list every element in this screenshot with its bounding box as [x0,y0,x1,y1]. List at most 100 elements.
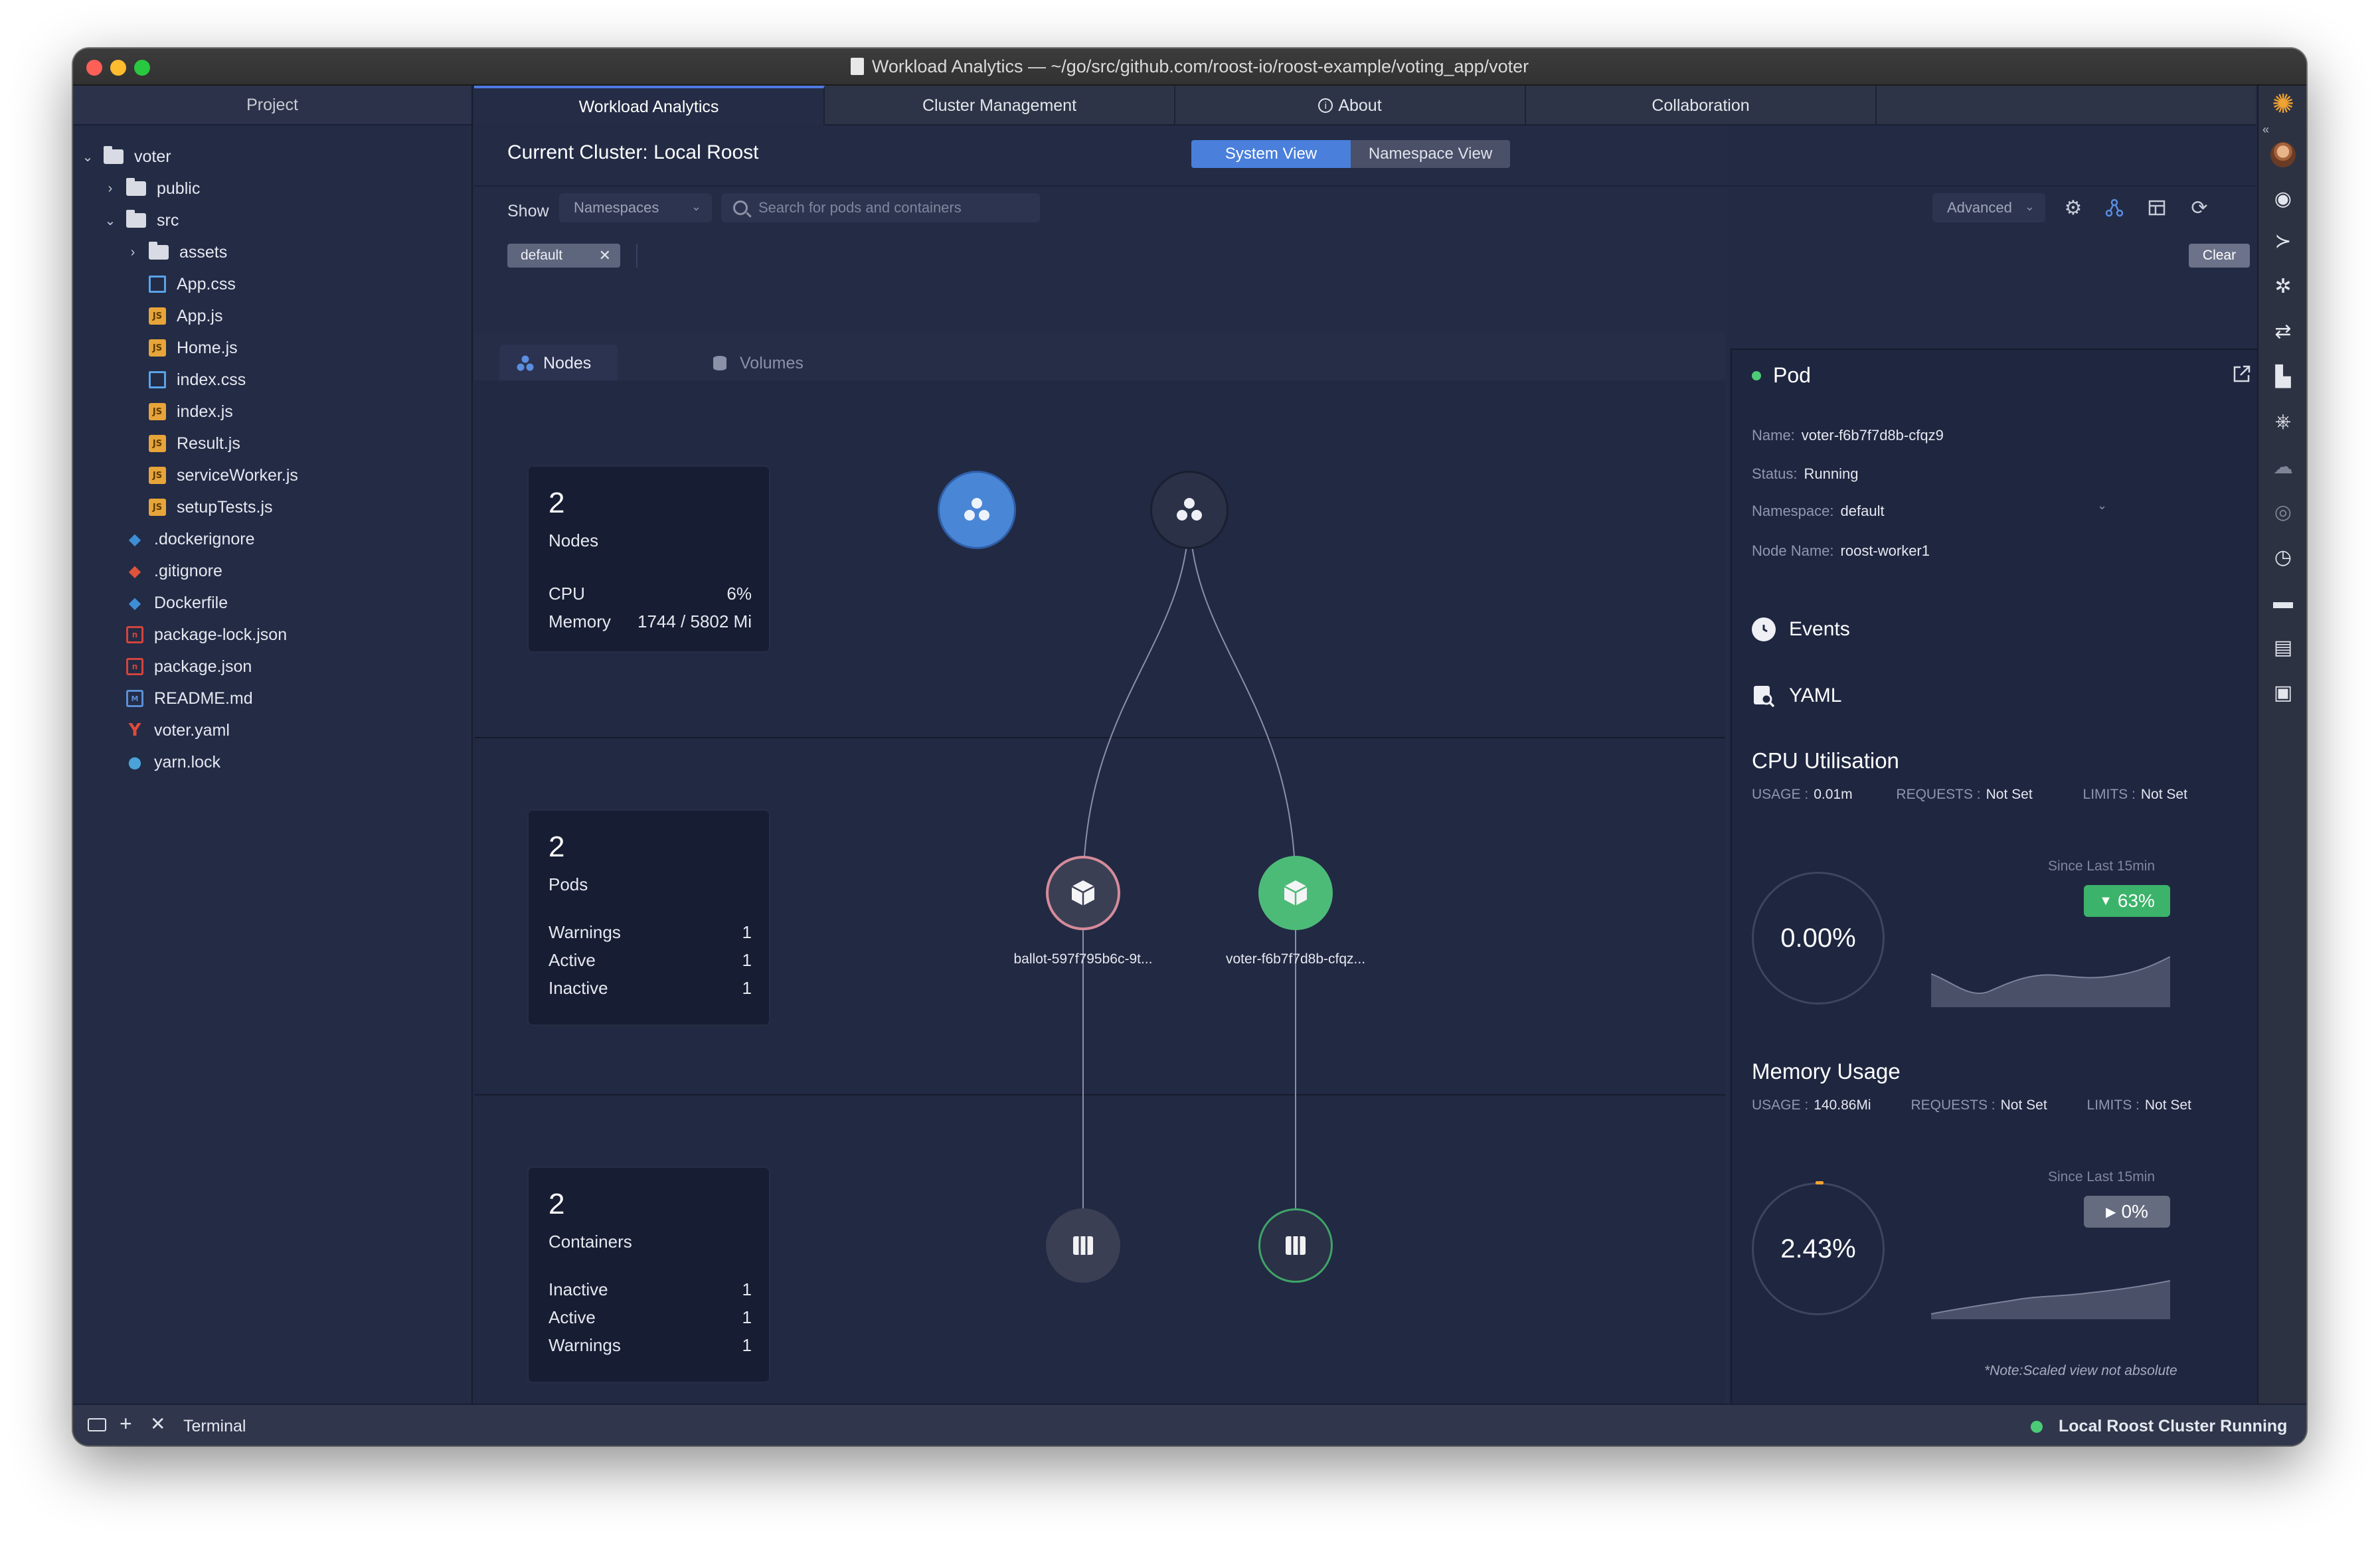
record-icon[interactable]: ◉ [2270,185,2296,212]
docker-icon: ◆ [128,530,141,548]
chevron-down-icon[interactable]: ⌄ [104,212,117,229]
search-input[interactable]: Search for pods and containers [721,193,1040,222]
close-icon[interactable]: ✕ [599,247,611,264]
namespace-view-button[interactable]: Namespace View [1351,140,1510,168]
network-icon[interactable]: ✲ [2270,273,2296,299]
toolbar-divider [474,185,2256,187]
tab-cluster-management[interactable]: Cluster Management [825,86,1175,125]
project-sidebar: Project ⌄ voter › public ⌄ src › assets … [73,86,473,1404]
sidebar-header: Project [73,86,471,125]
tree-item-public[interactable]: › public [104,173,200,204]
advanced-select[interactable]: Advanced ⌄ [1932,193,2045,222]
cpu-gauge: 0.00% [1752,872,1885,1005]
status-dot [1752,371,1761,380]
zoom-window-button[interactable] [134,60,150,76]
js-file-icon: JS [149,435,166,452]
collapse-icon[interactable]: « [2262,123,2269,137]
clear-filters-button[interactable]: Clear [2189,244,2250,268]
chevron-down-icon[interactable]: ⌄ [2097,499,2107,513]
tree-item-app-js[interactable]: JS App.js [149,301,222,331]
tree-item-dockerfile[interactable]: ◆ Dockerfile [126,588,228,618]
workload-analytics-panel: Current Cluster: Local Roost System View… [474,127,2256,1404]
chevron-down-icon: ⌄ [2024,200,2035,213]
container-voter[interactable] [1258,1208,1333,1283]
tree-item-index-css[interactable]: index.css [149,365,246,395]
pod-voter[interactable] [1258,856,1333,930]
git-icon: ◆ [128,562,141,580]
settings-circle-icon[interactable]: ◎ [2270,499,2296,525]
chart-icon[interactable]: ▙ [2270,363,2296,390]
window-title: Workload Analytics — ~/go/src/github.com… [850,56,1529,77]
system-view-button[interactable]: System View [1191,140,1351,168]
external-link-icon[interactable] [2231,363,2254,386]
tree-item-package-json[interactable]: n package.json [126,651,252,682]
pod-ballot[interactable] [1046,856,1120,930]
refresh-icon[interactable]: ⟳ [2187,196,2211,220]
close-icon[interactable]: ✕ [150,1413,165,1435]
layout-icon[interactable] [2145,196,2169,220]
namespaces-select[interactable]: Namespaces ⌄ [559,193,712,222]
chevron-right-icon[interactable]: › [126,245,139,260]
pod-node-field: Node Name: roost-worker1 [1752,542,1930,559]
events-row[interactable]: Events › [1752,613,2283,646]
tree-item-assets[interactable]: › assets [126,237,227,268]
tree-item-dockerignore[interactable]: ◆ .dockerignore [126,524,255,554]
status-bar: + ✕ Terminal Local Roost Cluster Running [73,1404,2306,1445]
node-worker[interactable] [940,473,1014,547]
folder-icon[interactable] [88,1416,108,1431]
subtab-nodes[interactable]: Nodes [499,345,618,382]
filter-chip-default[interactable]: default ✕ [507,244,620,268]
memory-sparkline [1931,1280,2170,1319]
tree-item-voter-yaml[interactable]: Y voter.yaml [126,715,230,746]
tab-workload-analytics[interactable]: Workload Analytics [474,86,825,125]
clock-icon [1752,617,1776,641]
cpu-trend-badge: ▼ 63% [2084,885,2170,917]
gear-icon[interactable]: ⚙ [2061,196,2085,220]
node-control-plane[interactable] [1152,473,1227,547]
folder-icon [126,210,146,228]
tree-item-serviceworker-js[interactable]: JS serviceWorker.js [149,460,298,491]
tree-item-index-js[interactable]: JS index.js [149,396,233,427]
tree-item-app-css[interactable]: App.css [149,269,236,299]
sync-icon[interactable]: ⇄ [2270,318,2296,345]
chat-icon[interactable]: ▣ [2270,679,2296,706]
avatar[interactable] [2270,141,2296,168]
terminal-icon[interactable]: ≻ [2270,228,2296,254]
clock-icon[interactable]: ◷ [2270,544,2296,570]
tree-item-package-lock-json[interactable]: n package-lock.json [126,619,287,650]
add-terminal-icon[interactable]: + [120,1412,132,1436]
info-icon: i [1318,98,1333,113]
minimize-window-button[interactable] [110,60,126,76]
tree-item-result-js[interactable]: JS Result.js [149,428,240,459]
tree-item-gitignore[interactable]: ◆ .gitignore [126,556,222,586]
pod-namespace-field: Namespace: default [1752,503,1885,519]
tab-collaboration[interactable]: Collaboration [1526,86,1877,125]
cloud-icon[interactable]: ☁ [2270,453,2296,480]
subtab-volumes[interactable]: Volumes [693,345,804,382]
chevron-down-icon[interactable]: ⌄ [81,149,94,165]
tree-item-src[interactable]: ⌄ src [104,205,179,236]
markdown-icon: M [126,690,143,707]
folder-icon[interactable]: ▬ [2270,589,2296,615]
tab-about[interactable]: i About [1175,86,1526,125]
folder-icon [149,242,169,260]
close-window-button[interactable] [86,60,102,76]
terminal-tab[interactable]: Terminal [183,1417,246,1436]
sun-icon[interactable]: ✺ [2270,90,2296,119]
yaml-row[interactable]: YAML › [1752,679,2283,712]
chevron-right-icon[interactable]: › [104,181,117,197]
tree-item-voter[interactable]: ⌄ voter [81,141,171,172]
cluster-status-text: Local Roost Cluster Running [2059,1417,2288,1435]
arrow-right-icon: ▶ [2106,1204,2116,1220]
tree-item-home-js[interactable]: JS Home.js [149,333,238,363]
document-icon[interactable]: ▤ [2270,634,2296,661]
memory-metrics-line: USAGE :140.86Mi REQUESTS : Not Set LIMITS… [1752,1097,2191,1113]
topology-icon[interactable] [2102,196,2126,220]
tree-item-yarn-lock[interactable]: ● yarn.lock [126,747,221,777]
tree-item-setuptests-js[interactable]: JS setupTests.js [149,492,273,523]
graph-canvas: 2 Nodes CPU 6% Memory 1744 / 5802 Mi 2 P… [474,380,1725,1404]
tree-item-readme-md[interactable]: M README.md [126,683,253,714]
helm-icon[interactable]: ⎈ [2270,408,2296,435]
container-ballot[interactable] [1046,1208,1120,1283]
npm-icon: n [126,626,143,643]
